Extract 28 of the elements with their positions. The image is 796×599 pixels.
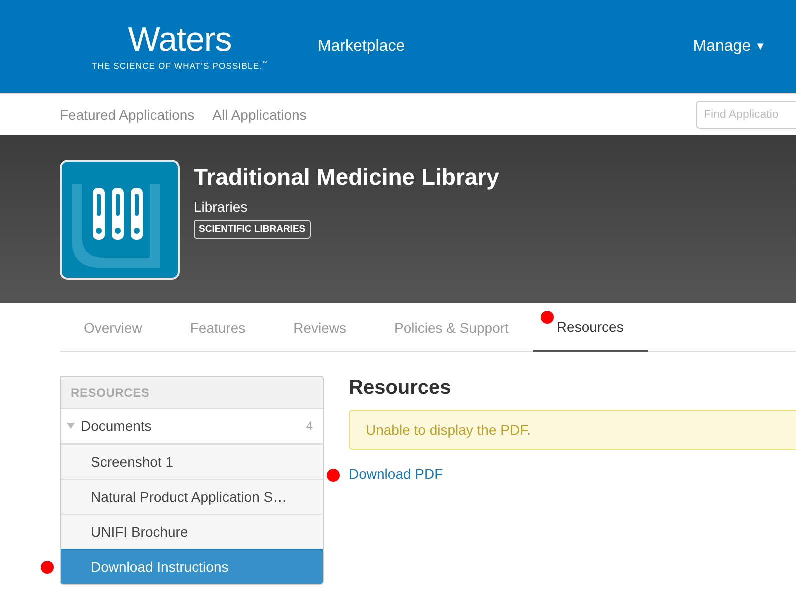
app-title: Traditional Medicine Library	[194, 164, 500, 191]
download-link[interactable]: Download PDF	[349, 466, 444, 482]
document-item[interactable]: UNIFI Brochure	[61, 514, 323, 549]
document-item[interactable]: Screenshot 1	[61, 444, 323, 479]
item-count: 4	[306, 419, 313, 433]
document-item[interactable]: Natural Product Application S…	[61, 479, 323, 514]
warning-alert: Unable to display the PDF.	[349, 410, 796, 450]
panel-heading: RESOURCES	[71, 386, 150, 400]
nav-link[interactable]: Featured Applications	[60, 106, 195, 122]
click-marker	[327, 469, 340, 482]
manage-menu[interactable]: Manage ▼	[693, 38, 766, 56]
caret-icon: ▼	[755, 40, 766, 52]
app-category: Libraries	[194, 199, 248, 215]
document-item[interactable]: Download Instructions	[61, 549, 323, 584]
binders-icon	[60, 160, 180, 280]
logo[interactable]: Waters THE SCIENCE OF WHAT'S POSSIBLE.$^{™}$	[0, 22, 300, 71]
group-label: Documents	[81, 418, 152, 434]
tab[interactable]: Features	[166, 303, 270, 352]
search-field[interactable]: Find Applicatio	[696, 100, 796, 128]
tab[interactable]: Reviews	[270, 303, 371, 352]
click-marker	[41, 561, 54, 574]
nav-link[interactable]: All Applications	[212, 106, 307, 122]
category-tag: SCIENTIFIC LIBRARIES	[194, 220, 311, 239]
click-marker	[541, 311, 554, 324]
site-title: Marketplace	[318, 38, 406, 56]
tab[interactable]: Policies & Support	[370, 303, 533, 352]
tab[interactable]: Overview	[60, 303, 166, 352]
section-heading: Resources	[349, 377, 452, 400]
